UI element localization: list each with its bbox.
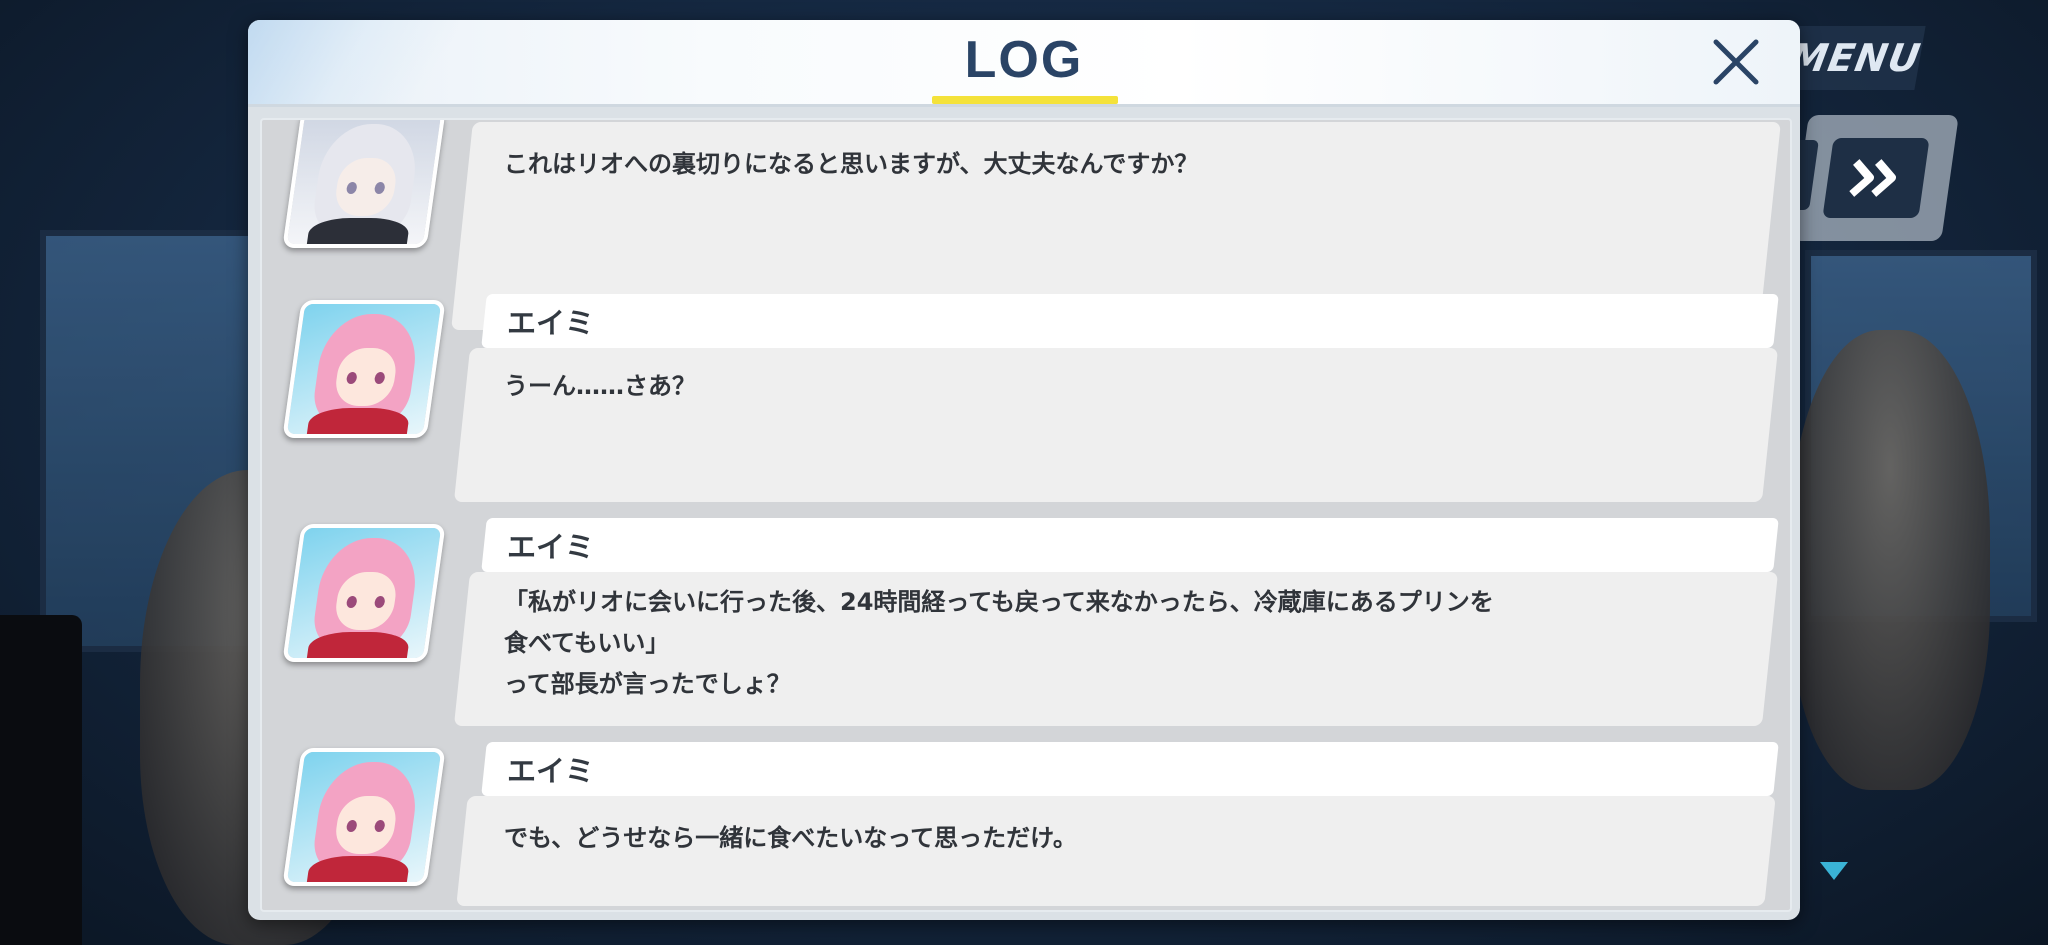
message-text: これはリオへの裏切りになると思いますが、大丈夫なんですか？ — [504, 150, 1199, 178]
message-text: でも、どうせなら一緒に食べたいなって思っただけ。 — [504, 824, 1077, 852]
log-entry: エイミ でも、どうせなら一緒に食べたいなって思っただけ。 — [262, 742, 1790, 910]
menu-label: MENU — [1785, 36, 1925, 80]
speaker-name: エイミ — [507, 530, 595, 564]
name-bar — [481, 742, 1779, 796]
speaker-portrait — [282, 524, 446, 662]
title-underline — [932, 96, 1118, 104]
speaker-portrait — [282, 300, 446, 438]
log-title: LOG — [964, 31, 1084, 89]
speaker-portrait — [282, 748, 446, 886]
name-bar — [481, 518, 1779, 572]
speaker-name: エイミ — [507, 754, 595, 788]
log-entry: エイミ 「私がリオに会いに行った後、24時間経っても戻って来なかったら、冷蔵庫に… — [262, 518, 1790, 732]
skip-button[interactable] — [1822, 138, 1930, 218]
speaker-name: エイミ — [507, 306, 595, 340]
message-text: うーん……さあ？ — [504, 372, 696, 400]
background-dark-panel — [0, 615, 82, 945]
log-dialog: LOG これはリオへの裏切りになると思いますが、大丈夫なんですか？ エイミ うー… — [248, 20, 1800, 920]
fast-forward-icon — [1849, 159, 1897, 197]
log-list[interactable]: これはリオへの裏切りになると思いますが、大丈夫なんですか？ エイミ うーん……さ… — [260, 118, 1792, 912]
background-figure-right — [1790, 330, 1990, 790]
name-bar — [481, 294, 1779, 348]
close-button[interactable] — [1708, 34, 1764, 90]
log-entry: エイミ うーん……さあ？ — [262, 294, 1790, 508]
scroll-down-icon[interactable] — [1820, 862, 1848, 880]
message-text: 「私がリオに会いに行った後、24時間経っても戻って来なかったら、冷蔵庫にあるプリ… — [504, 588, 1494, 698]
speaker-portrait — [282, 120, 446, 248]
close-icon — [1713, 39, 1759, 85]
log-header: LOG — [248, 20, 1800, 107]
menu-button[interactable]: MENU — [1784, 26, 1926, 90]
